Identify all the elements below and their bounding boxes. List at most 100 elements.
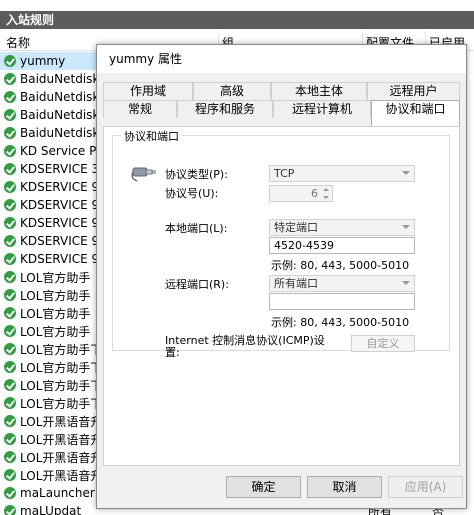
tab-remote-users[interactable]: 远程用户 [367,82,460,100]
rule-row[interactable]: LOL官方助手 [0,304,100,322]
rule-row[interactable]: LOL官方助手下载 [0,394,100,412]
rule-name: LOL官方助手下载 [20,360,100,375]
enabled-check-icon [4,217,16,229]
chevron-down-icon [402,171,410,175]
local-port-example: 示例: 80, 443, 5000-5010 [271,259,410,272]
rule-name: KDSERVICE 370 [20,162,100,176]
customize-icmp-button[interactable]: 自定义 [351,335,415,352]
apply-button[interactable]: 应用(A) [388,476,463,498]
protocol-type-value: TCP [274,167,295,180]
rule-row[interactable]: LOL官方助手下载 [0,376,100,394]
remote-port-input[interactable] [269,293,415,310]
rule-name: BaiduNetdiskHo [20,126,100,140]
spin-up-icon[interactable] [323,188,329,191]
enabled-check-icon [4,469,16,481]
enabled-check-icon [4,271,16,283]
tab-protocols-ports[interactable]: 协议和端口 [371,100,460,126]
rule-row[interactable]: LOL官方助手 [0,286,100,304]
enabled-check-icon [4,361,16,373]
rule-row[interactable]: BaiduNetdiskHo [0,88,100,106]
enabled-check-icon [4,397,16,409]
local-port-input[interactable]: 4520-4539 [269,237,415,254]
protocols-ports-panel: 协议和端口 协议类型(P): TCP 协议号(U): 6 本地端口(L): 特定… [103,126,460,466]
local-port-select[interactable]: 特定端口 [269,219,415,236]
rule-name: BaiduNetdiskHo [20,90,100,104]
tabs-row-bottom: 常规 程序和服务 远程计算机 协议和端口 [103,100,460,126]
rule-row[interactable]: LOL开黑语音升级 [0,448,100,466]
rule-row[interactable]: LOL开黑语音升级 [0,430,100,448]
enabled-check-icon [4,127,16,139]
protocol-type-select[interactable]: TCP [269,165,415,182]
rule-row[interactable]: KDSERVICE 370 [0,160,100,178]
rule-row[interactable]: KDSERVICE 924 [0,214,100,232]
enabled-check-icon [4,451,16,463]
rule-row[interactable]: BaiduNetdiskHo [0,124,100,142]
tab-local-principals[interactable]: 本地主体 [271,82,367,100]
enabled-check-icon [4,199,16,211]
spin-down-icon[interactable] [323,196,329,199]
enabled-check-icon [4,253,16,265]
enabled-check-icon [4,307,16,319]
rule-row[interactable]: LOL官方助手下载 [0,340,100,358]
rule-row[interactable]: BaiduNetdiskHo [0,106,100,124]
rule-row[interactable]: LOL官方助手下载 [0,358,100,376]
protocols-ports-group: 协议和端口 协议类型(P): TCP 协议号(U): 6 本地端口(L): 特定… [112,128,450,359]
enabled-check-icon [4,181,16,193]
rule-name: KDSERVICE 924 [20,198,100,212]
tabs-row-top: 作用域 高级 本地主体 远程用户 [103,82,460,100]
rule-row[interactable]: LOL官方助手 [0,322,100,340]
enabled-check-icon [4,145,16,157]
rule-name: yummy [20,54,66,68]
rule-name: LOL开黑语音升级 [20,414,100,429]
rule-row[interactable]: LOL开黑语音升级 [0,466,100,484]
rule-row[interactable]: KD Service Port [0,142,100,160]
enabled-check-icon [4,235,16,247]
inbound-rules-title: 入站规则 [0,11,474,29]
group-title: 协议和端口 [121,128,182,144]
tab-general[interactable]: 常规 [103,100,177,118]
rule-name: maLUpdat [20,504,82,515]
rule-row[interactable]: KDSERVICE 924 [0,178,100,196]
rule-name: LOL官方助手下载 [20,396,100,411]
rule-name: maLauncher [20,486,95,500]
network-cable-icon [131,167,156,182]
enabled-check-icon [4,163,16,175]
rule-name: LOL官方助手 [20,324,91,339]
enabled-check-icon [4,433,16,445]
protocol-type-label: 协议类型(P): [165,168,228,181]
chevron-down-icon [402,281,410,285]
enabled-check-icon [4,487,16,499]
tab-advanced[interactable]: 高级 [193,82,271,100]
enabled-check-icon [4,73,16,85]
rule-name: LOL官方助手下载 [20,378,100,393]
rule-row[interactable]: maLauncher [0,484,100,502]
tab-remote-computers[interactable]: 远程计算机 [273,100,371,118]
remote-port-example: 示例: 80, 443, 5000-5010 [271,316,410,329]
rule-row[interactable]: KDSERVICE 924 [0,232,100,250]
rule-name: LOL官方助手 [20,288,91,303]
tab-scope[interactable]: 作用域 [103,82,193,100]
remote-port-select[interactable]: 所有端口 [269,275,415,292]
rule-row[interactable]: LOL开黑语音升级 [0,412,100,430]
ok-button[interactable]: 确定 [226,476,301,498]
remote-port-label: 远程端口(R): [165,278,229,291]
enabled-check-icon [4,343,16,355]
rule-name: KDSERVICE 924 [20,234,100,248]
rule-row[interactable]: BaiduNetdiskHo [0,70,100,88]
protocol-number-stepper[interactable]: 6 [269,185,333,202]
enabled-check-icon [4,325,16,337]
local-port-label: 本地端口(L): [165,222,228,235]
column-name[interactable]: 名称 [6,34,30,51]
dialog-title[interactable]: yummy 属性 [97,45,466,73]
rule-row[interactable]: maLUpdat [0,502,100,515]
rule-name: LOL开黑语音升级 [20,468,100,483]
enabled-check-icon [4,379,16,391]
cancel-button[interactable]: 取消 [307,476,382,498]
tab-programs-services[interactable]: 程序和服务 [177,100,273,118]
rule-row[interactable]: KDSERVICE 924 [0,196,100,214]
rule-name: KDSERVICE 944 [20,252,100,266]
rule-row[interactable]: KDSERVICE 944 [0,250,100,268]
protocol-number-label: 协议号(U): [165,187,219,200]
rule-row[interactable]: yummy [0,52,100,70]
rule-row[interactable]: LOL官方助手 [0,268,100,286]
